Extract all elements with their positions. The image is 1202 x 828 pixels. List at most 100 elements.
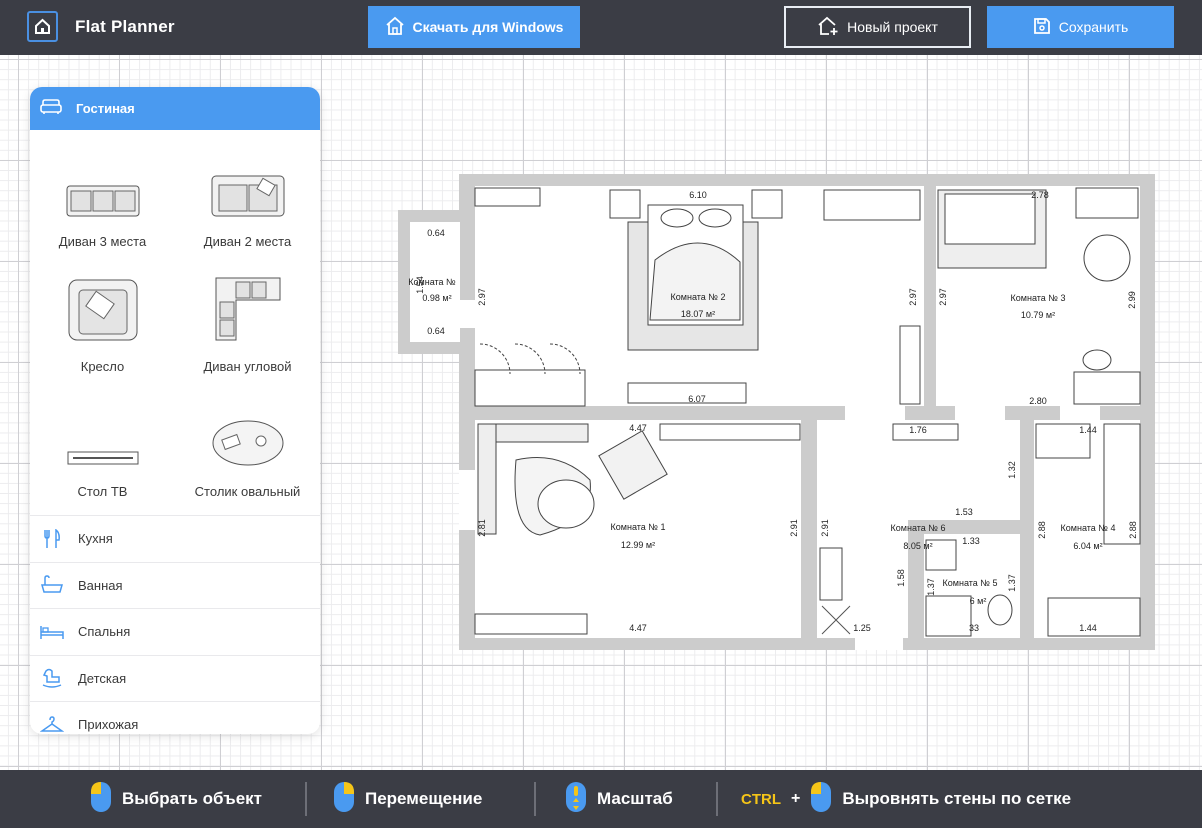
download-windows-button[interactable]: Скачать для Windows [368,6,580,48]
category-kitchen[interactable]: Кухня [30,515,320,562]
item-oval-table[interactable]: Столик овальный [175,390,320,515]
category-hallway[interactable]: Прихожая [30,701,320,734]
svg-text:1.44: 1.44 [1079,425,1097,435]
room-label-3: Комната № 3 [1011,293,1066,303]
sofa-icon [40,99,62,118]
category-hallway-label: Прихожая [78,717,139,733]
hint-separator [716,782,718,816]
mouse-left-icon [90,781,112,818]
item-corner-sofa[interactable]: Диван угловой [175,265,320,390]
svg-text:2.97: 2.97 [908,288,918,306]
category-kitchen-label: Кухня [78,531,113,547]
ctrl-key: CTRL [741,790,781,808]
svg-text:1.37: 1.37 [1007,574,1017,592]
app-title: Flat Planner [75,17,175,36]
svg-text:1.76: 1.76 [909,425,927,435]
room-label-2: Комната № 2 [671,292,726,302]
item-sofa-2-label: Диван 2 места [203,234,292,249]
svg-text:1.32: 1.32 [1007,461,1017,479]
svg-text:1.33: 1.33 [962,536,980,546]
svg-text:33: 33 [969,623,979,633]
category-living-room[interactable]: Гостиная [30,87,320,130]
room-area-4: 6.04 м² [1073,541,1102,551]
item-armchair-label: Кресло [80,359,125,374]
hint-move: Перемещение [333,781,483,814]
svg-text:6.07: 6.07 [688,394,706,404]
item-sofa-3[interactable]: Диван 3 места [30,140,175,265]
hint-align-walls: CTRL + Выровнять стены по сетке [741,781,1072,814]
room-area-balcony: 0.98 м² [422,293,451,303]
room-area-1: 12.99 м² [621,540,655,550]
room-area-6: 8.05 м² [903,541,932,551]
room-label-1: Комната № 1 [611,522,666,532]
sofa-3-icon [66,185,140,222]
svg-text:1.25: 1.25 [853,623,871,633]
hint-zoom-label: Масштаб [597,789,673,808]
house-icon [385,16,405,39]
house-plus-icon [817,16,839,39]
armchair-icon [67,278,139,347]
item-sofa-3-label: Диван 3 места [58,234,147,249]
corner-sofa-icon [214,276,282,347]
mouse-wheel-icon [565,781,587,818]
room-label-6: Комната № 6 [891,523,946,533]
room-area-3: 10.79 м² [1021,310,1055,320]
room-area-2: 18.07 м² [681,309,715,319]
item-tv-table[interactable]: Стол ТВ [30,390,175,515]
fork-knife-icon [40,527,64,551]
category-bathroom-label: Ванная [78,577,123,593]
svg-text:6.10: 6.10 [689,190,707,200]
svg-text:1.54: 1.54 [415,276,425,294]
category-kids-room[interactable]: Детская [30,654,320,702]
hint-align-walls-label: Выровнять стены по сетке [842,789,1072,808]
item-sofa-2[interactable]: Диван 2 места [175,140,320,265]
hanger-icon [40,713,64,734]
svg-text:2.81: 2.81 [477,519,487,537]
item-armchair[interactable]: Кресло [30,265,175,390]
hint-bar: Выбрать объект Перемещение Масштаб CTRL … [0,770,1202,828]
svg-text:4.47: 4.47 [629,423,647,433]
download-windows-label: Скачать для Windows [412,19,564,35]
svg-text:1.53: 1.53 [955,507,973,517]
sofa-2-icon [211,175,285,222]
svg-text:2.91: 2.91 [789,519,799,537]
category-kids-room-label: Детская [78,670,127,686]
mouse-left-icon [810,781,832,818]
save-label: Сохранить [1058,19,1129,35]
svg-text:2.88: 2.88 [1037,521,1047,539]
item-corner-sofa-label: Диван угловой [203,359,292,374]
item-oval-table-label: Столик овальный [194,484,301,499]
bathtub-icon [40,573,64,597]
svg-text:2.91: 2.91 [820,519,830,537]
hint-select-object: Выбрать объект [90,781,262,814]
item-tv-table-label: Стол ТВ [77,484,128,499]
bed-icon [40,620,64,644]
room-label-5: Комната № 5 [943,578,998,588]
hint-select-object-label: Выбрать объект [122,789,262,808]
oval-table-icon [211,419,285,472]
svg-text:1.58: 1.58 [896,569,906,587]
svg-text:1.37: 1.37 [926,578,936,596]
furniture-panel: Гостиная Диван 3 места Диван 2 места Кре… [30,87,320,734]
svg-text:2.88: 2.88 [1128,521,1138,539]
save-button[interactable]: Сохранить [987,6,1174,48]
tv-table-icon [67,449,139,472]
category-bedroom-label: Спальня [78,624,131,640]
hint-separator [305,782,307,816]
new-project-button[interactable]: Новый проект [784,6,971,48]
hint-move-label: Перемещение [365,789,483,808]
rocking-horse-icon [40,666,64,690]
category-bathroom[interactable]: Ванная [30,561,320,609]
svg-text:0.64: 0.64 [427,326,445,336]
hint-zoom: Масштаб [565,781,673,814]
category-bedroom[interactable]: Спальня [30,608,320,655]
svg-text:2.97: 2.97 [477,288,487,306]
plus-sign: + [791,790,801,807]
svg-text:0.64: 0.64 [427,228,445,238]
category-living-room-label: Гостиная [76,101,135,116]
mouse-right-icon [333,781,355,818]
logo-home-icon [27,11,58,42]
svg-text:4.47: 4.47 [629,623,647,633]
room-area-5: 6 м² [970,596,987,606]
floppy-disk-icon [1033,17,1051,38]
